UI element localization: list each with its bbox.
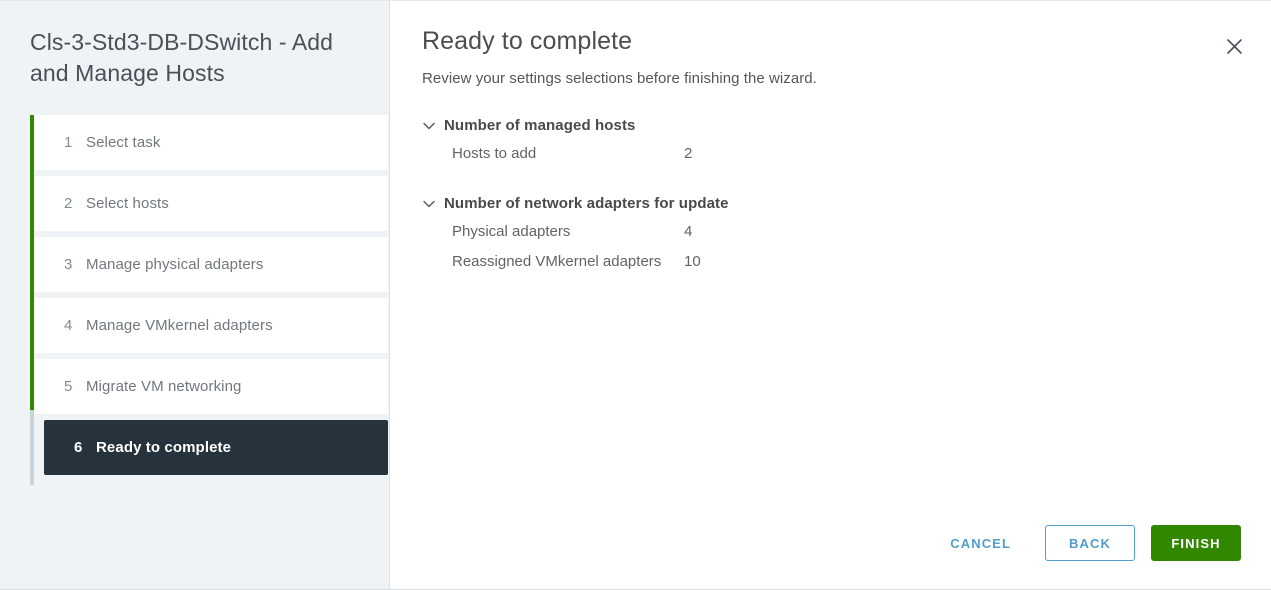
- summary-row: Hosts to add 2: [452, 144, 1271, 163]
- wizard-title: Cls-3-Std3-DB-DSwitch - Add and Manage H…: [30, 29, 334, 86]
- back-button[interactable]: BACK: [1045, 525, 1135, 561]
- summary-row-key: Hosts to add: [452, 145, 537, 162]
- summary-row-value: 10: [684, 253, 701, 270]
- summary-row-value: 4: [684, 223, 693, 240]
- step-label: Manage physical adapters: [86, 256, 264, 273]
- step-number: 5: [64, 378, 73, 395]
- step-label: Select task: [86, 134, 161, 151]
- summary-group-network-adapters: Number of network adapters for update Ph…: [422, 191, 1271, 271]
- group-title: Number of network adapters for update: [444, 195, 729, 212]
- step-label: Manage VMkernel adapters: [86, 317, 273, 334]
- page-subtitle: Review your settings selections before f…: [422, 70, 817, 87]
- chevron-down-icon: [422, 197, 436, 211]
- summary-row-value: 2: [684, 145, 693, 162]
- group-rows: Hosts to add 2: [422, 144, 1271, 163]
- wizard-dialog: Cls-3-Std3-DB-DSwitch - Add and Manage H…: [0, 0, 1271, 590]
- finish-button[interactable]: FINISH: [1151, 525, 1241, 561]
- step-number: 3: [64, 256, 73, 273]
- step-label: Migrate VM networking: [86, 378, 242, 395]
- page-title: Ready to complete: [422, 27, 633, 55]
- sidebar-step-select-hosts[interactable]: 2 Select hosts: [34, 176, 388, 231]
- step-label: Select hosts: [86, 195, 169, 212]
- step-number: 1: [64, 134, 73, 151]
- group-rows: Physical adapters 4 Reassigned VMkernel …: [422, 222, 1271, 271]
- step-number: 6: [74, 439, 83, 456]
- content-header: Ready to complete Review your settings s…: [390, 1, 1271, 87]
- sidebar-step-manage-vmkernel-adapters[interactable]: 4 Manage VMkernel adapters: [34, 298, 388, 353]
- summary-row-key: Reassigned VMkernel adapters: [452, 253, 662, 270]
- step-number: 2: [64, 195, 73, 212]
- sidebar-step-manage-physical-adapters[interactable]: 3 Manage physical adapters: [34, 237, 388, 292]
- wizard-sidebar: Cls-3-Std3-DB-DSwitch - Add and Manage H…: [0, 1, 390, 589]
- wizard-footer: CANCEL BACK FINISH: [932, 525, 1241, 561]
- step-label: Ready to complete: [96, 439, 232, 456]
- summary-row: Physical adapters 4: [452, 222, 1271, 241]
- step-number: 4: [64, 317, 73, 334]
- close-icon[interactable]: [1219, 31, 1249, 61]
- summary-group-managed-hosts: Number of managed hosts Hosts to add 2: [422, 113, 1271, 163]
- sidebar-step-select-task[interactable]: 1 Select task: [34, 115, 388, 170]
- sidebar-step-migrate-vm-networking[interactable]: 5 Migrate VM networking: [34, 359, 388, 414]
- chevron-down-icon: [422, 119, 436, 133]
- summary-row-key: Physical adapters: [452, 223, 571, 240]
- group-toggle[interactable]: Number of managed hosts: [422, 113, 1271, 138]
- wizard-content: Ready to complete Review your settings s…: [390, 1, 1271, 589]
- wizard-steps: 1 Select task 2 Select hosts 3 Manage ph…: [0, 115, 389, 485]
- cancel-button[interactable]: CANCEL: [932, 525, 1029, 561]
- sidebar-step-ready-to-complete[interactable]: 6 Ready to complete: [44, 420, 388, 475]
- group-toggle[interactable]: Number of network adapters for update: [422, 191, 1271, 216]
- group-title: Number of managed hosts: [444, 117, 636, 134]
- summary-row: Reassigned VMkernel adapters 10: [452, 252, 1271, 271]
- review-summary: Number of managed hosts Hosts to add 2 N…: [390, 113, 1271, 271]
